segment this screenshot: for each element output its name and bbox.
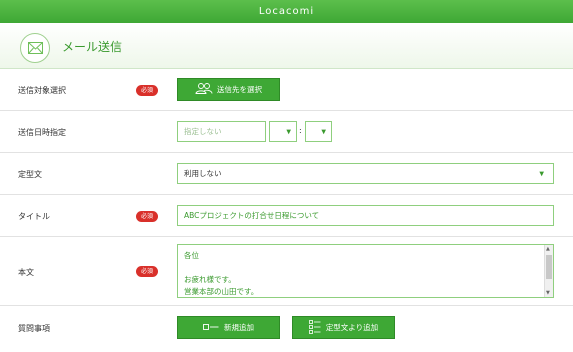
questions-label: 質問事項: [18, 324, 50, 333]
minute-select[interactable]: ▼: [305, 121, 332, 142]
chevron-down-icon: ▼: [286, 128, 291, 135]
body-scrollbar[interactable]: ▲ ▼: [544, 245, 553, 297]
body-text-line: お疲れ様です。: [184, 275, 236, 284]
scroll-up-icon[interactable]: ▲: [546, 246, 550, 252]
title-row: タイトル 必須 ABCプロジェクトの打合せ日程について: [0, 195, 573, 237]
template-row: 定型文 利用しない ▼: [0, 153, 573, 195]
recipients-label: 送信対象選択: [18, 86, 66, 95]
add-new-question-button[interactable]: 新規追加: [177, 316, 280, 339]
body-text-line: 各位: [184, 251, 199, 260]
datetime-label: 送信日時指定: [18, 128, 66, 137]
select-recipients-label: 送信先を選択: [217, 85, 262, 94]
chevron-down-icon: ▼: [539, 170, 544, 177]
chevron-down-icon: ▼: [321, 128, 326, 135]
required-badge: 必須: [136, 211, 158, 222]
add-from-template-label: 定型文より追加: [325, 323, 379, 332]
template-label: 定型文: [18, 170, 42, 179]
add-from-template-button[interactable]: 定型文より追加: [292, 316, 395, 339]
title-label: タイトル: [18, 212, 50, 221]
app-title-bar: Locacomi: [0, 0, 573, 23]
template-select[interactable]: 利用しない ▼: [177, 163, 554, 184]
page-title: メール送信: [62, 40, 123, 54]
add-new-question-label: 新規追加: [224, 323, 254, 332]
app-title: Locacomi: [258, 6, 315, 17]
people-icon: [195, 83, 213, 96]
body-label: 本文: [18, 268, 34, 277]
questions-row: 質問事項 新規追加 定型文より追加: [0, 306, 573, 352]
body-text-line: 営業本部の山田です。: [184, 287, 259, 296]
hour-select[interactable]: ▼: [269, 121, 297, 142]
select-recipients-button[interactable]: 送信先を選択: [177, 78, 280, 101]
list-icon: [308, 319, 321, 336]
required-badge: 必須: [136, 85, 158, 96]
required-badge: 必須: [136, 266, 158, 277]
datetime-row: 送信日時指定 指定しない ▼ : ▼: [0, 111, 573, 153]
recipients-row: 送信対象選択 必須 送信先を選択: [0, 70, 573, 111]
mail-icon: [20, 33, 50, 63]
template-select-value: 利用しない: [184, 169, 222, 178]
title-input[interactable]: ABCプロジェクトの打合せ日程について: [177, 205, 554, 226]
title-input-value: ABCプロジェクトの打合せ日程について: [184, 211, 320, 220]
add-row-icon: [203, 323, 219, 332]
scroll-down-icon[interactable]: ▼: [546, 290, 550, 296]
time-separator: :: [299, 126, 302, 135]
date-placeholder: 指定しない: [184, 127, 222, 136]
section-header: メール送信: [0, 23, 573, 69]
date-input[interactable]: 指定しない: [177, 121, 266, 142]
scroll-thumb[interactable]: [546, 255, 552, 279]
body-textarea[interactable]: 各位 お疲れ様です。 営業本部の山田です。 ▲ ▼: [177, 244, 554, 298]
